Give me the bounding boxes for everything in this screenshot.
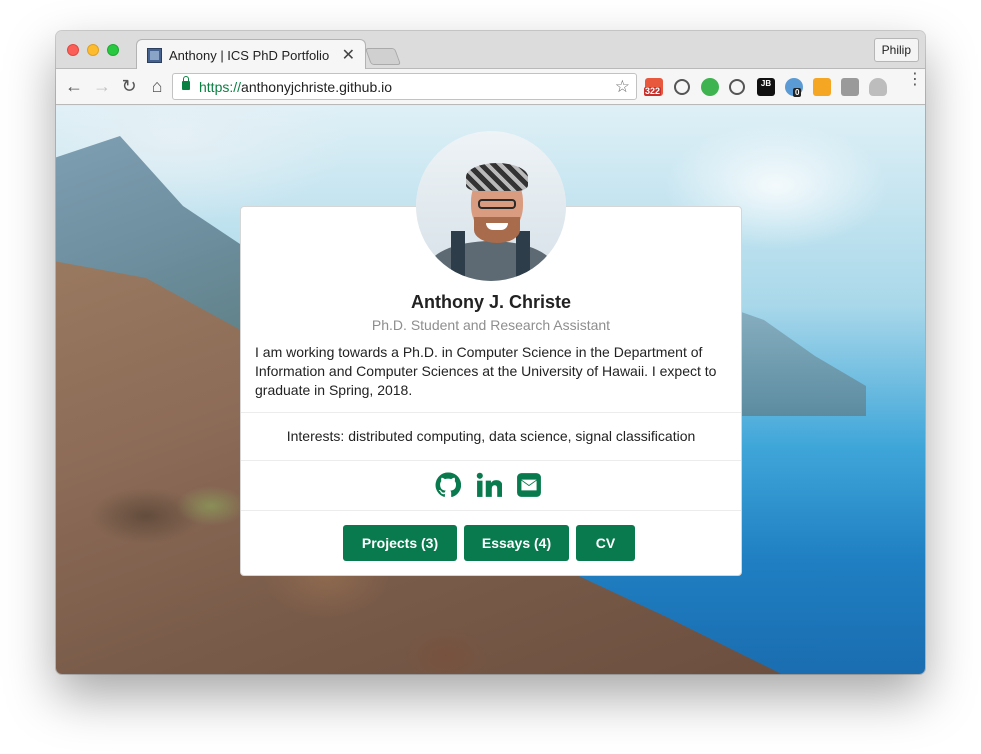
url-text: https://anthonyjchriste.github.io	[199, 79, 392, 95]
reload-icon[interactable]: ↻	[120, 77, 138, 95]
privacy-extension-icon[interactable]: 0	[785, 78, 803, 97]
profile-bio: I am working towards a Ph.D. in Computer…	[255, 344, 717, 398]
maximize-window-button[interactable]	[107, 44, 119, 56]
url-host: anthonyjchriste.github.io	[241, 79, 393, 95]
linkedin-icon[interactable]	[476, 472, 502, 498]
url-scheme: https://	[199, 79, 242, 95]
privacy-extension-badge: 0	[793, 88, 802, 97]
email-icon[interactable]	[516, 472, 542, 498]
profile-button[interactable]: Philip	[873, 38, 919, 62]
counter-extension-icon[interactable]: 322	[644, 78, 663, 96]
address-bar[interactable]: https://anthonyjchriste.github.io ☆	[172, 73, 637, 100]
avatar-strap	[451, 231, 465, 281]
tab-strip: Anthony | ICS PhD Portfolio ✕ Philip	[56, 31, 925, 70]
card-divider	[241, 460, 741, 461]
minimize-window-button[interactable]	[87, 44, 99, 56]
browser-window: Anthony | ICS PhD Portfolio ✕ Philip ← →…	[56, 31, 925, 674]
analytics-extension-icon[interactable]	[813, 78, 831, 96]
bookmark-star-icon[interactable]: ☆	[615, 77, 630, 97]
browser-toolbar: ← → ↻ ⌂ https://anthonyjchriste.github.i…	[56, 69, 925, 105]
avatar-beard	[474, 217, 520, 243]
profile-subtitle: Ph.D. Student and Research Assistant	[371, 317, 611, 333]
cloud-extension-icon[interactable]	[869, 78, 887, 96]
avatar-smile	[486, 223, 508, 230]
1password-extension-icon[interactable]	[729, 79, 745, 95]
home-icon[interactable]: ⌂	[148, 77, 166, 95]
jetbrains-extension-icon[interactable]: JB	[757, 78, 775, 96]
back-arrow-icon[interactable]: ←	[65, 77, 83, 95]
page-content: Anthony J. Christe Ph.D. Student and Res…	[56, 106, 925, 674]
site-favicon-icon	[147, 48, 162, 63]
jetbrains-extension-glyph: JB	[760, 79, 772, 88]
new-tab-button[interactable]	[364, 48, 402, 65]
background-moss	[176, 486, 246, 526]
card-divider	[241, 510, 741, 511]
tab-active[interactable]: Anthony | ICS PhD Portfolio ✕	[136, 39, 366, 70]
github-icon[interactable]	[435, 472, 461, 498]
avatar-strap	[516, 231, 530, 281]
profile-interests: Interests: distributed computing, data s…	[286, 428, 696, 444]
profile-name: Anthony J. Christe	[410, 292, 571, 312]
tab-close-icon[interactable]: ✕	[342, 45, 355, 65]
menu-icon[interactable]: ⋮	[907, 72, 923, 88]
sync-extension-icon[interactable]	[674, 79, 690, 95]
card-divider	[241, 412, 741, 413]
essays-button[interactable]: Essays (4)	[464, 525, 569, 561]
projects-button[interactable]: Projects (3)	[343, 525, 457, 561]
tab-title: Anthony | ICS PhD Portfolio	[169, 48, 330, 63]
social-links	[241, 472, 741, 502]
avatar-glasses	[478, 199, 516, 209]
avatar	[416, 131, 566, 281]
close-window-button[interactable]	[67, 44, 79, 56]
counter-extension-badge: 322	[644, 86, 662, 96]
editor-extension-icon[interactable]	[841, 78, 859, 96]
lock-icon	[182, 76, 190, 90]
forward-arrow-icon[interactable]: →	[93, 77, 111, 95]
avatar-bandana	[466, 163, 528, 191]
cv-button[interactable]: CV	[576, 525, 635, 561]
evernote-extension-icon[interactable]	[701, 78, 719, 96]
